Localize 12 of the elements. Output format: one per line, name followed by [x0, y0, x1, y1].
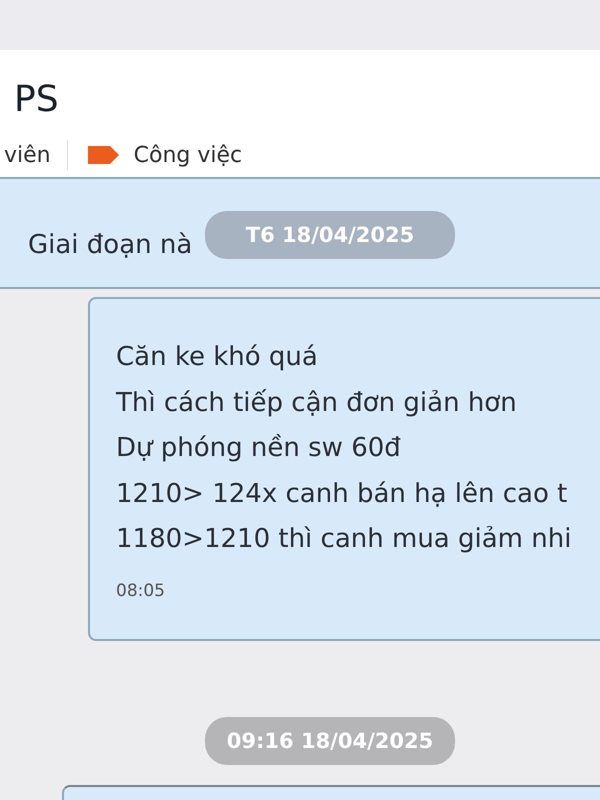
- date-pill: T6 18/04/2025: [205, 211, 455, 259]
- date-pill: 09:16 18/04/2025: [205, 717, 455, 765]
- message-text: Dự phóng nền sw 60đ: [116, 432, 401, 466]
- chat-title: PS: [13, 80, 60, 120]
- members-label[interactable]: viên: [0, 142, 67, 168]
- message-time: 08:05: [116, 580, 166, 601]
- message-text: Căn ke khó quá: [116, 341, 318, 374]
- message-text: 1180>1210 thì canh mua giảm nhi: [116, 523, 572, 556]
- message-text: Giai đoạn nà: [28, 229, 192, 262]
- tag-label[interactable]: Công việc: [134, 142, 242, 168]
- message-text: 1210> 124x canh bán hạ lên cao t: [116, 478, 568, 511]
- message-text: Thì cách tiếp cận đơn giản hơn: [116, 386, 517, 420]
